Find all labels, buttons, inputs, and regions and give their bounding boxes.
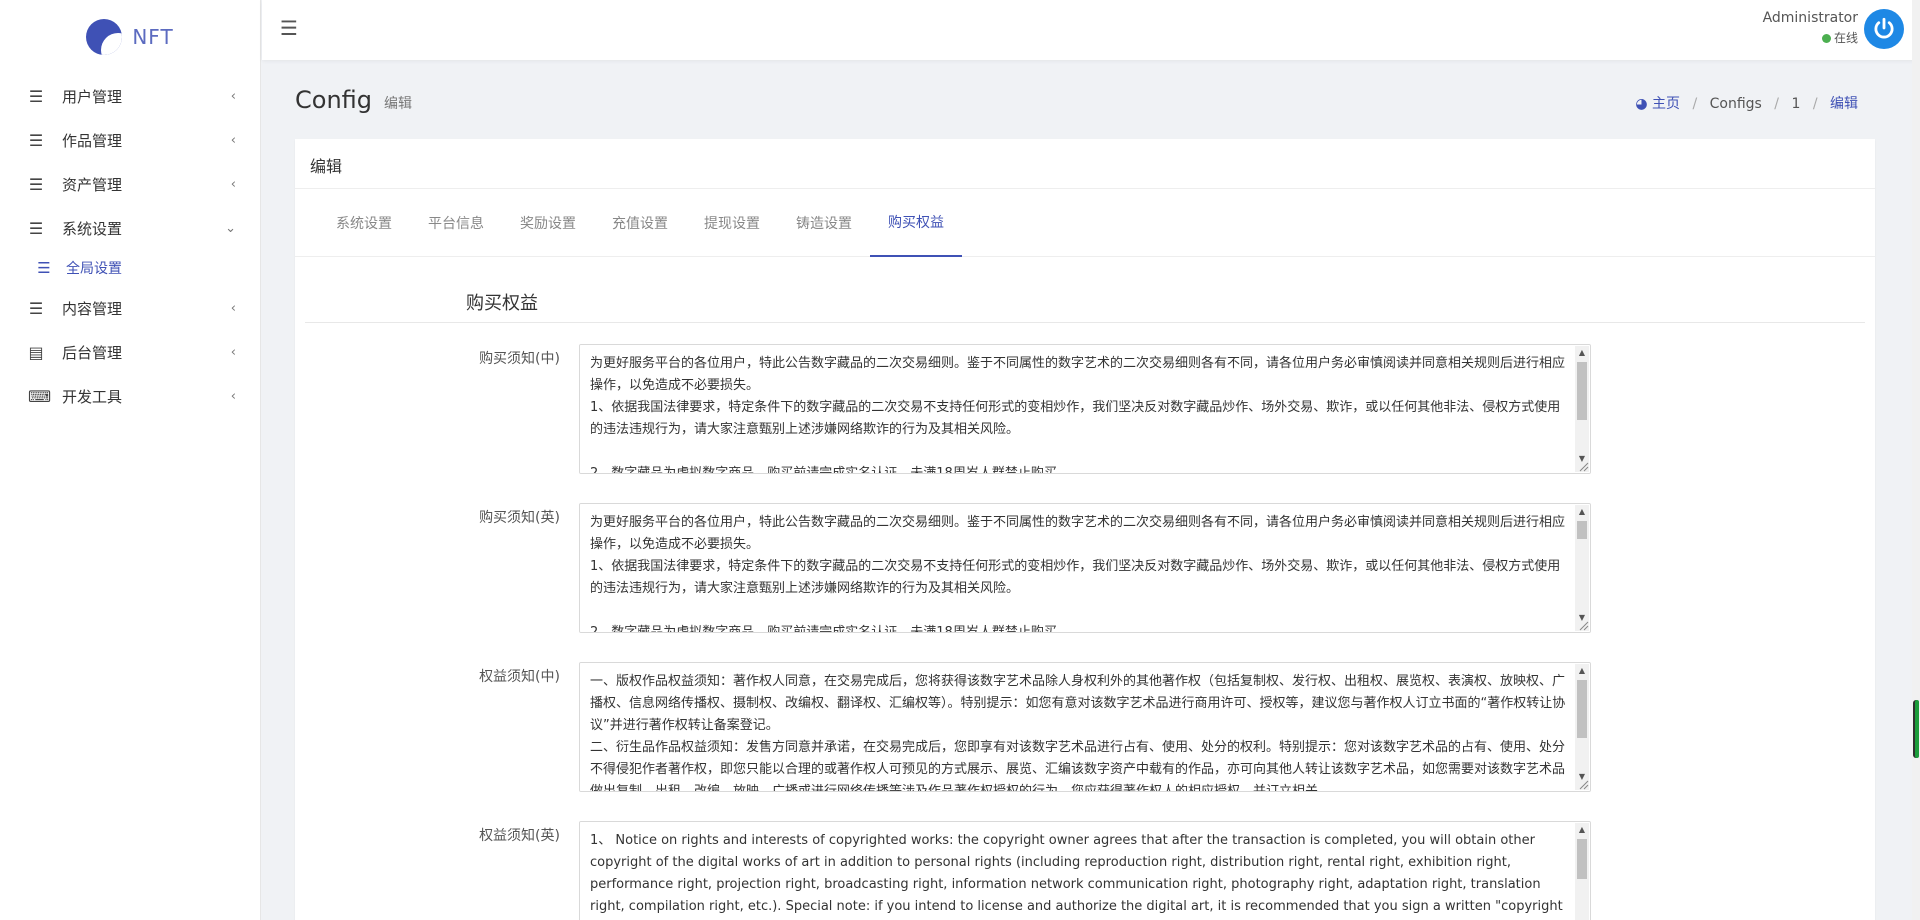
user-name: Administrator [1762, 10, 1858, 26]
list-icon: ☰ [28, 130, 44, 150]
sidebar-item-label: 系统设置 [62, 219, 123, 238]
sidebar-item-system-settings[interactable]: ☰ 系统设置 ⌄ [0, 206, 260, 250]
breadcrumb-separator: / [1812, 96, 1818, 112]
rights-notice-cn-field[interactable]: 一、版权作品权益须知：著作权人同意，在交易完成后，您将获得该数字艺术品除人身权利… [579, 662, 1591, 792]
breadcrumb-separator: / [1774, 96, 1779, 112]
breadcrumb-current: 编辑 [1830, 96, 1858, 112]
top-bar: ☰ Administrator 在线 [262, 0, 1920, 60]
tab-purchase-rights[interactable]: 购买权益 [870, 189, 962, 257]
field-label: 购买须知(中) [479, 351, 560, 367]
chevron-left-icon: ‹ [230, 176, 236, 192]
edit-card: 编辑 系统设置 平台信息 奖励设置 充值设置 提现设置 铸造设置 购买权益 购买… [295, 139, 1875, 920]
chevron-left-icon: ‹ [230, 132, 236, 148]
tab-platform-info[interactable]: 平台信息 [410, 189, 502, 257]
breadcrumb-home[interactable]: ◕ 主页 [1635, 96, 1680, 112]
textarea-scrollbar[interactable]: ▲ [1575, 823, 1589, 920]
menu-toggle-icon[interactable]: ☰ [280, 16, 298, 40]
user-info[interactable]: Administrator 在线 [1763, 10, 1858, 46]
power-button[interactable] [1864, 9, 1904, 49]
list-icon: ☰ [28, 174, 44, 194]
user-status: 在线 [1763, 29, 1858, 46]
keyboard-icon: ⌨ [28, 386, 52, 406]
sidebar-item-backend[interactable]: ▤ 后台管理 ‹ [0, 330, 260, 374]
rights-notice-cn-textarea[interactable]: 一、版权作品权益须知：著作权人同意，在交易完成后，您将获得该数字艺术品除人身权利… [580, 663, 1590, 791]
sidebar-item-works[interactable]: ☰ 作品管理 ‹ [0, 118, 260, 162]
rights-notice-en-textarea[interactable]: 1、 Notice on rights and interests of cop… [580, 822, 1590, 920]
scroll-up-arrow-icon[interactable]: ▲ [1575, 823, 1589, 837]
page-subtitle: 编辑 [384, 96, 413, 112]
rights-notice-en-field[interactable]: 1、 Notice on rights and interests of cop… [579, 821, 1591, 920]
resize-handle-icon[interactable] [1577, 778, 1589, 790]
chevron-down-icon: ⌄ [225, 220, 236, 236]
sidebar-item-assets[interactable]: ☰ 资产管理 ‹ [0, 162, 260, 206]
list-icon: ☰ [37, 259, 51, 277]
breadcrumb-home-label: 主页 [1651, 96, 1680, 112]
textarea-scrollbar[interactable]: ▲ ▼ [1575, 664, 1589, 790]
scroll-up-arrow-icon[interactable]: ▲ [1575, 346, 1589, 360]
textarea-scrollbar-thumb[interactable] [1577, 839, 1587, 879]
textarea-scrollbar-thumb[interactable] [1577, 521, 1587, 539]
sidebar-item-label: 内容管理 [62, 299, 123, 318]
chevron-left-icon: ‹ [230, 300, 236, 316]
scroll-up-arrow-icon[interactable]: ▲ [1575, 505, 1589, 519]
purchase-notice-cn-textarea[interactable]: 为更好服务平台的各位用户，特此公告数字藏品的二次交易细则。鉴于不同属性的数字艺术… [580, 345, 1590, 473]
card-title: 编辑 [295, 139, 1875, 189]
purchase-notice-en-textarea[interactable]: 为更好服务平台的各位用户，特此公告数字藏品的二次交易细则。鉴于不同属性的数字艺术… [580, 504, 1590, 632]
sidebar-subitem-global-settings[interactable]: ☰ 全局设置 [0, 250, 260, 286]
page-header: Config 编辑 [295, 86, 412, 114]
logo-icon [86, 19, 123, 55]
field-label: 权益须知(中) [479, 669, 560, 685]
textarea-scrollbar[interactable]: ▲ ▼ [1575, 346, 1589, 472]
breadcrumb-configs[interactable]: Configs [1710, 96, 1762, 112]
purchase-notice-cn-field[interactable]: 为更好服务平台的各位用户，特此公告数字藏品的二次交易细则。鉴于不同属性的数字艺术… [579, 344, 1591, 474]
sidebar-item-label: 后台管理 [62, 343, 123, 362]
page-scrollbar[interactable] [1912, 0, 1920, 920]
field-label: 权益须知(英) [479, 828, 560, 844]
dashboard-icon: ◕ [1635, 96, 1648, 112]
user-status-text: 在线 [1833, 31, 1858, 45]
logo-text: NFT [132, 25, 174, 49]
page-scrollbar-thumb-indicator [1915, 700, 1919, 758]
sidebar-subitem-label: 全局设置 [66, 261, 122, 277]
tab-withdraw-settings[interactable]: 提现设置 [686, 189, 778, 257]
section-title: 购买权益 [466, 293, 538, 314]
sidebar-item-label: 开发工具 [62, 387, 123, 406]
server-icon: ▤ [28, 342, 44, 362]
logo[interactable]: NFT [0, 0, 260, 74]
sidebar-item-label: 作品管理 [62, 131, 123, 150]
textarea-scrollbar[interactable]: ▲ ▼ [1575, 505, 1589, 631]
chevron-left-icon: ‹ [230, 88, 236, 104]
chevron-left-icon: ‹ [230, 344, 236, 360]
list-icon: ☰ [28, 298, 44, 318]
tab-reward-settings[interactable]: 奖励设置 [502, 189, 594, 257]
purchase-notice-en-field[interactable]: 为更好服务平台的各位用户，特此公告数字藏品的二次交易细则。鉴于不同属性的数字艺术… [579, 503, 1591, 633]
power-icon [1874, 17, 1894, 39]
settings-tabs: 系统设置 平台信息 奖励设置 充值设置 提现设置 铸造设置 购买权益 [295, 189, 1875, 257]
textarea-scrollbar-thumb[interactable] [1577, 362, 1587, 420]
sidebar-item-content[interactable]: ☰ 内容管理 ‹ [0, 286, 260, 330]
tab-mint-settings[interactable]: 铸造设置 [778, 189, 870, 257]
textarea-scrollbar-thumb[interactable] [1577, 680, 1587, 738]
sidebar-item-dev-tools[interactable]: ⌨ 开发工具 ‹ [0, 374, 260, 418]
breadcrumb-separator: / [1692, 96, 1698, 112]
sidebar-item-users[interactable]: ☰ 用户管理 ‹ [0, 74, 260, 118]
page-title: Config [295, 86, 373, 114]
sidebar-item-label: 用户管理 [62, 87, 123, 106]
breadcrumb: ◕ 主页 / Configs / 1 / 编辑 [1631, 93, 1862, 113]
sidebar-item-label: 资产管理 [62, 175, 123, 194]
sidebar: NFT ☰ 用户管理 ‹ ☰ 作品管理 ‹ ☰ 资产管理 ‹ ☰ 系统设置 ⌄ … [0, 0, 261, 920]
field-label: 购买须知(英) [479, 510, 560, 526]
section-divider [305, 322, 1865, 323]
breadcrumb-id[interactable]: 1 [1791, 96, 1800, 112]
list-icon: ☰ [28, 86, 44, 106]
tab-recharge-settings[interactable]: 充值设置 [594, 189, 686, 257]
tab-system-settings[interactable]: 系统设置 [318, 189, 410, 257]
list-icon: ☰ [28, 218, 44, 238]
chevron-left-icon: ‹ [230, 388, 236, 404]
resize-handle-icon[interactable] [1577, 619, 1589, 631]
scroll-up-arrow-icon[interactable]: ▲ [1575, 664, 1589, 678]
resize-handle-icon[interactable] [1577, 460, 1589, 472]
online-dot-icon [1821, 34, 1831, 43]
